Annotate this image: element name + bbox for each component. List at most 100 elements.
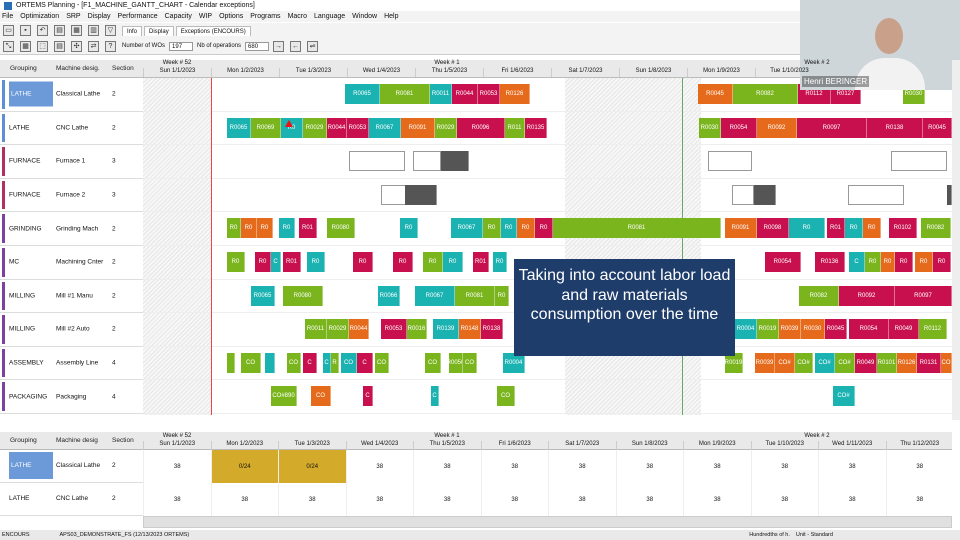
work-order-bar[interactable]: CO#890: [271, 386, 297, 407]
menu-item-programs[interactable]: Programs: [250, 13, 280, 20]
load-row[interactable]: LATHE CNC Lathe 2: [0, 483, 143, 516]
work-order-bar[interactable]: R0136: [815, 252, 845, 272]
load-row[interactable]: LATHE Classical Lathe 2: [0, 450, 143, 483]
arrow-left-icon[interactable]: ←: [290, 40, 302, 52]
work-order-bar[interactable]: R0112: [919, 319, 947, 340]
work-order-bar[interactable]: R0097: [895, 285, 952, 306]
work-order-bar[interactable]: R0082: [921, 218, 951, 239]
work-order-bar[interactable]: R0065: [227, 117, 251, 138]
work-order-bar[interactable]: R0: [353, 252, 373, 272]
work-order-bar[interactable]: R0080: [283, 285, 323, 306]
work-order-bar[interactable]: R0: [863, 218, 881, 239]
link-icon[interactable]: ⇄: [88, 40, 99, 52]
work-order-bar[interactable]: R0: [483, 218, 501, 239]
work-order-bar[interactable]: R0049: [855, 352, 877, 373]
work-order-bar[interactable]: R0: [255, 252, 271, 272]
work-order-bar[interactable]: R0: [423, 252, 443, 272]
work-order-bar[interactable]: CO#: [815, 352, 835, 373]
machine-row[interactable]: MILLING Mill #1 Manu 2: [0, 279, 143, 314]
work-order-bar[interactable]: C: [431, 386, 439, 407]
work-order-bar[interactable]: R0: [279, 218, 295, 239]
work-order-bar[interactable]: R0: [227, 218, 241, 239]
gantt-area[interactable]: R0065 R0081 R0011 R0044 R0053 R0126 R0045 R0082…: [143, 78, 952, 415]
work-order-bar[interactable]: R0050: [449, 352, 463, 373]
work-order-bar[interactable]: R0081: [380, 84, 430, 104]
work-order-bar[interactable]: CO#: [835, 352, 855, 373]
work-order-bar[interactable]: CO: [311, 386, 331, 407]
machine-row[interactable]: MC Machining Cnter 2: [0, 246, 143, 280]
work-order-bar[interactable]: [413, 151, 441, 172]
work-order-bar[interactable]: C: [271, 252, 281, 272]
work-order-bar[interactable]: R0: [845, 218, 863, 239]
wos-input[interactable]: 197: [169, 41, 194, 51]
work-order-bar[interactable]: [441, 151, 469, 172]
work-order-bar[interactable]: R0030: [801, 319, 825, 340]
work-order-bar[interactable]: R: [331, 352, 339, 373]
work-order-bar[interactable]: R0044: [452, 84, 478, 104]
work-order-bar[interactable]: R0: [257, 218, 273, 239]
work-order-bar[interactable]: [754, 184, 776, 205]
work-order-bar[interactable]: [349, 151, 405, 172]
work-order-bar[interactable]: CO#: [795, 352, 813, 373]
machine-row[interactable]: LATHE Classical Lathe 2: [0, 78, 143, 112]
work-order-bar[interactable]: R0049: [889, 319, 919, 340]
work-order-bar[interactable]: R0066: [378, 285, 400, 306]
machine-row[interactable]: ASSEMBLY Assembly Line 4: [0, 346, 143, 381]
tab-info[interactable]: Info: [122, 25, 143, 36]
undo-icon[interactable]: ↶: [37, 25, 48, 36]
work-order-bar[interactable]: [405, 184, 437, 205]
work-order-bar[interactable]: R0053: [478, 84, 500, 104]
horizontal-scrollbar[interactable]: [143, 516, 952, 528]
work-order-bar[interactable]: R0: [789, 218, 825, 239]
filter-icon[interactable]: ▽: [105, 25, 116, 36]
work-order-bar[interactable]: R0091: [401, 117, 435, 138]
work-order-bar[interactable]: R0069: [251, 117, 281, 138]
work-order-bar[interactable]: R0065: [251, 285, 275, 306]
work-order-bar[interactable]: R0054: [721, 117, 757, 138]
work-order-bar[interactable]: R0135: [525, 117, 547, 138]
work-order-bar[interactable]: R0019: [757, 319, 779, 340]
work-order-bar[interactable]: [848, 184, 904, 205]
machine-row[interactable]: FURNACE Furnace 1 3: [0, 145, 143, 179]
work-order-bar[interactable]: R0: [307, 252, 325, 272]
work-order-bar[interactable]: R0126: [897, 352, 917, 373]
work-order-bar[interactable]: R0131: [917, 352, 941, 373]
work-order-bar[interactable]: R0044: [327, 117, 347, 138]
menu-item-srp[interactable]: SRP: [66, 13, 80, 20]
work-order-bar[interactable]: C: [303, 352, 317, 373]
work-order-bar[interactable]: R0138: [481, 319, 503, 340]
work-order-bar[interactable]: R0102: [889, 218, 917, 239]
work-order-bar[interactable]: R0: [493, 252, 507, 272]
work-order-bar[interactable]: R0139: [433, 319, 459, 340]
work-order-bar[interactable]: [891, 151, 947, 172]
work-order-bar[interactable]: R0080: [327, 218, 355, 239]
work-order-bar[interactable]: R0065: [345, 84, 380, 104]
grid-icon[interactable]: ▦: [20, 40, 31, 52]
work-order-bar[interactable]: R01: [473, 252, 489, 272]
arrow-right-icon[interactable]: →: [273, 40, 285, 52]
work-order-bar[interactable]: R0098: [757, 218, 789, 239]
work-order-bar[interactable]: CO: [941, 352, 952, 373]
work-order-bar[interactable]: R0045: [825, 319, 847, 340]
zoom-icon[interactable]: ⤡: [3, 40, 14, 52]
work-order-bar[interactable]: CO: [497, 386, 515, 407]
ops-input[interactable]: 680: [245, 41, 270, 51]
work-order-bar[interactable]: [708, 151, 752, 172]
select-icon[interactable]: ⬚: [37, 40, 48, 52]
menu-item-file[interactable]: File: [2, 13, 13, 20]
open-icon[interactable]: ▭: [3, 25, 14, 36]
work-order-bar[interactable]: R0126: [500, 84, 530, 104]
work-order-bar[interactable]: R0: [865, 252, 881, 272]
work-order-bar[interactable]: [227, 352, 235, 373]
work-order-bar[interactable]: R0081: [553, 218, 721, 239]
table-icon[interactable]: ▤: [54, 40, 65, 52]
work-order-bar[interactable]: R0: [501, 218, 517, 239]
menu-item-optimization[interactable]: Optimization: [20, 13, 59, 20]
menu-item-display[interactable]: Display: [88, 13, 111, 20]
work-order-bar[interactable]: CO#: [833, 386, 855, 407]
menu-item-macro[interactable]: Macro: [288, 13, 307, 20]
work-order-bar[interactable]: R0148: [459, 319, 481, 340]
work-order-bar[interactable]: R0044: [349, 319, 369, 340]
print-icon[interactable]: ▤: [54, 25, 65, 36]
work-order-bar[interactable]: R01: [299, 218, 317, 239]
